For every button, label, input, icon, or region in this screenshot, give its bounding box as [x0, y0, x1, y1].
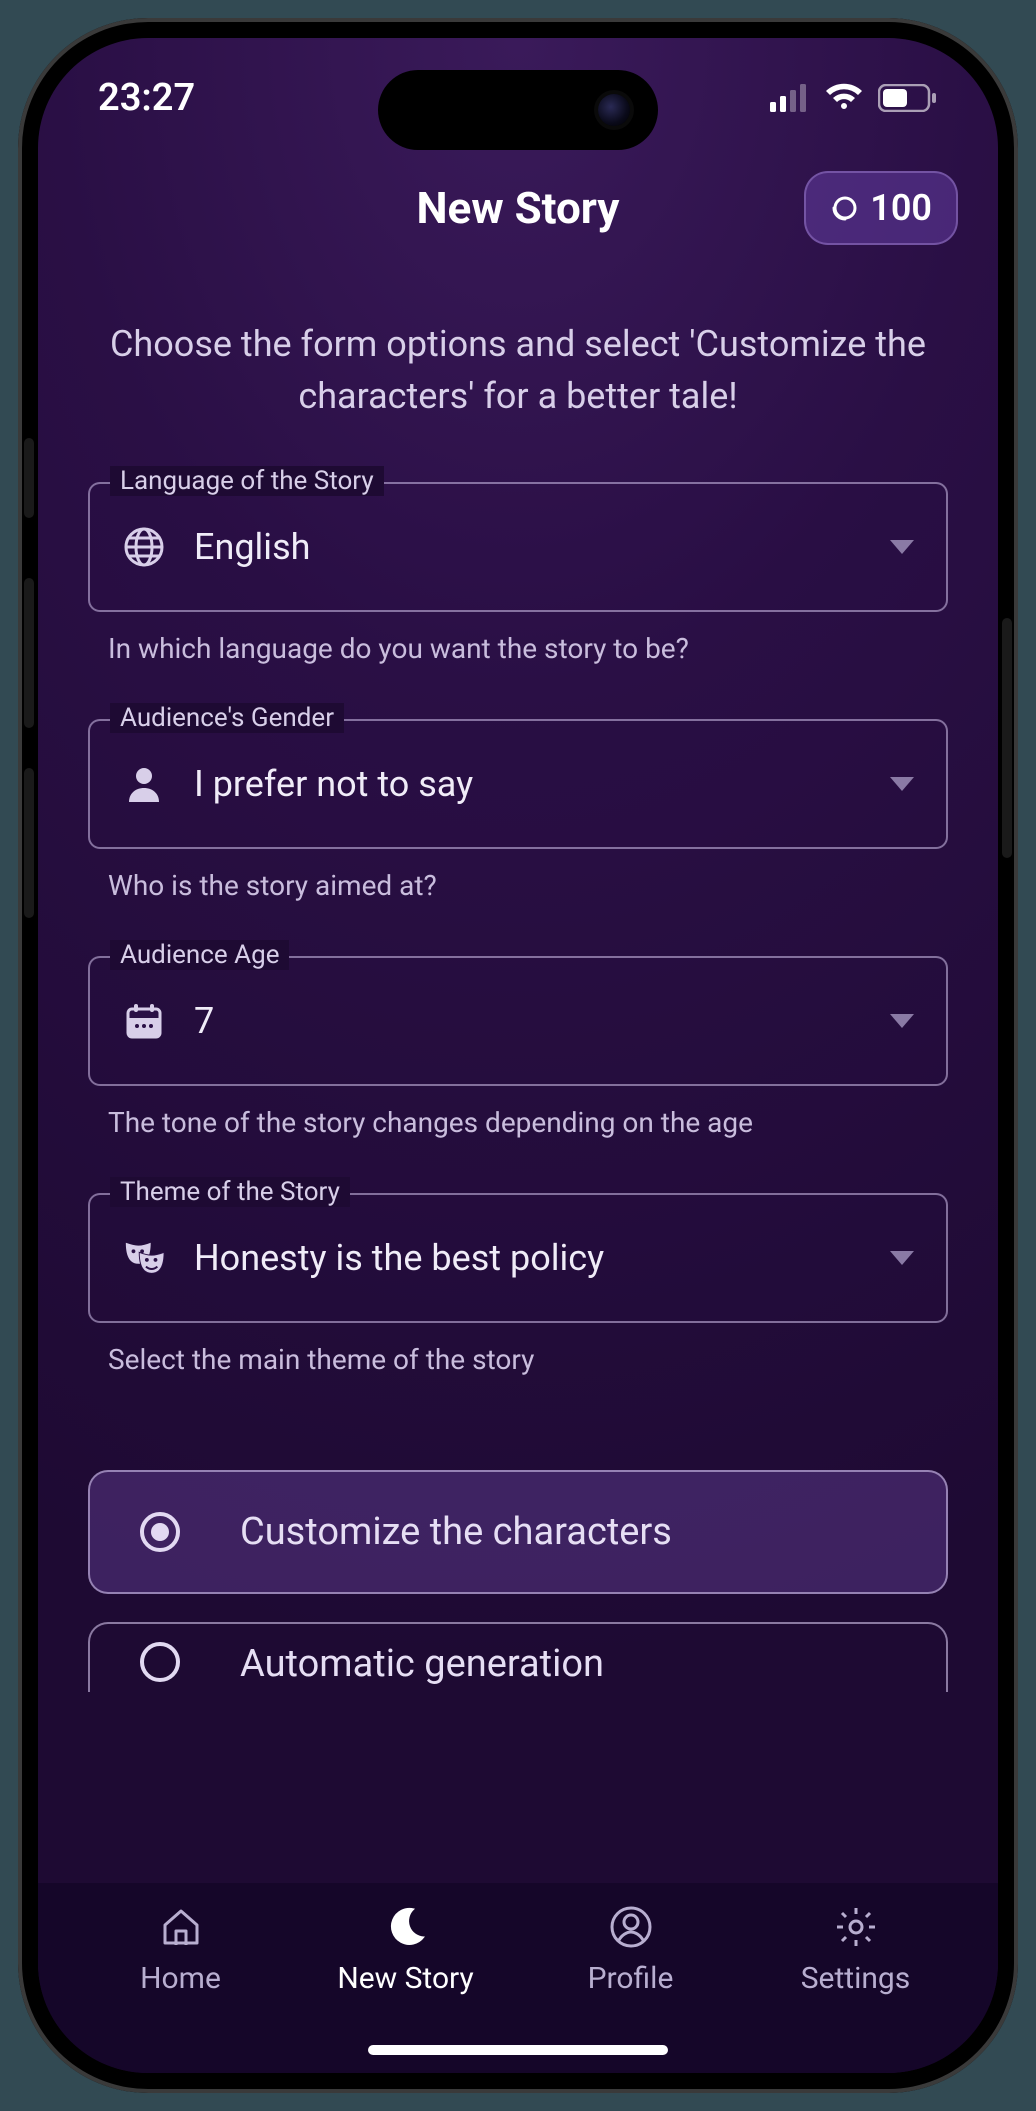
phone-frame: 23:27 New Story 100 Choose the form opti…: [18, 18, 1018, 2093]
chevron-down-icon: [890, 777, 914, 791]
nav-home[interactable]: Home: [81, 1903, 281, 1996]
automatic-generation-option[interactable]: Automatic generation: [88, 1622, 948, 1692]
chevron-down-icon: [890, 1251, 914, 1265]
page-title: New Story: [417, 182, 620, 234]
gender-select[interactable]: I prefer not to say: [88, 719, 948, 849]
gender-value: I prefer not to say: [194, 763, 862, 805]
chevron-down-icon: [890, 540, 914, 554]
nav-settings-label: Settings: [801, 1961, 911, 1996]
gear-icon: [832, 1903, 880, 1951]
credits-icon: [830, 193, 860, 223]
calendar-icon: [122, 999, 166, 1043]
home-icon: [157, 1903, 205, 1951]
person-icon: [122, 762, 166, 806]
credits-value: 100: [870, 187, 932, 229]
screen: 23:27 New Story 100 Choose the form opti…: [38, 38, 998, 2073]
customize-label: Customize the characters: [240, 1510, 672, 1554]
theme-field: Theme of the Story Honesty is the best p…: [88, 1193, 948, 1323]
language-field: Language of the Story English: [88, 482, 948, 612]
theme-value: Honesty is the best policy: [194, 1237, 862, 1279]
side-button: [24, 578, 34, 728]
age-legend: Audience Age: [110, 940, 289, 970]
nav-settings[interactable]: Settings: [756, 1903, 956, 1996]
radio-unselected-icon: [140, 1642, 180, 1682]
cellular-icon: [770, 84, 810, 112]
battery-icon: [878, 84, 938, 112]
theater-masks-icon: [122, 1236, 166, 1280]
wifi-icon: [824, 83, 864, 113]
status-indicators: [770, 83, 938, 113]
age-helper: The tone of the story changes depending …: [108, 1106, 948, 1139]
subtitle-text: Choose the form options and select 'Cust…: [98, 318, 938, 422]
moon-icon: [382, 1903, 430, 1951]
dynamic-island: [378, 70, 658, 150]
customize-characters-option[interactable]: Customize the characters: [88, 1470, 948, 1594]
credits-badge[interactable]: 100: [804, 171, 958, 245]
profile-icon: [607, 1903, 655, 1951]
language-select[interactable]: English: [88, 482, 948, 612]
language-legend: Language of the Story: [110, 466, 384, 496]
header: New Story 100: [38, 158, 998, 258]
gender-legend: Audience's Gender: [110, 703, 344, 733]
radio-selected-icon: [140, 1512, 180, 1552]
nav-profile[interactable]: Profile: [531, 1903, 731, 1996]
content: Choose the form options and select 'Cust…: [38, 258, 998, 1883]
nav-new-story[interactable]: New Story: [306, 1903, 506, 1996]
language-value: English: [194, 526, 862, 568]
globe-icon: [122, 525, 166, 569]
language-helper: In which language do you want the story …: [108, 632, 948, 665]
age-field: Audience Age 7: [88, 956, 948, 1086]
side-button: [24, 768, 34, 918]
camera-dot: [598, 94, 630, 126]
age-value: 7: [194, 1000, 862, 1042]
theme-legend: Theme of the Story: [110, 1177, 350, 1207]
automatic-label: Automatic generation: [240, 1642, 604, 1686]
nav-profile-label: Profile: [588, 1961, 674, 1996]
age-select[interactable]: 7: [88, 956, 948, 1086]
nav-home-label: Home: [140, 1961, 221, 1996]
theme-helper: Select the main theme of the story: [108, 1343, 948, 1376]
gender-helper: Who is the story aimed at?: [108, 869, 948, 902]
home-indicator[interactable]: [368, 2045, 668, 2055]
gender-field: Audience's Gender I prefer not to say: [88, 719, 948, 849]
status-time: 23:27: [98, 76, 195, 120]
side-button: [1002, 618, 1012, 858]
nav-new-story-label: New Story: [337, 1961, 473, 1996]
side-button: [24, 438, 34, 518]
chevron-down-icon: [890, 1014, 914, 1028]
theme-select[interactable]: Honesty is the best policy: [88, 1193, 948, 1323]
